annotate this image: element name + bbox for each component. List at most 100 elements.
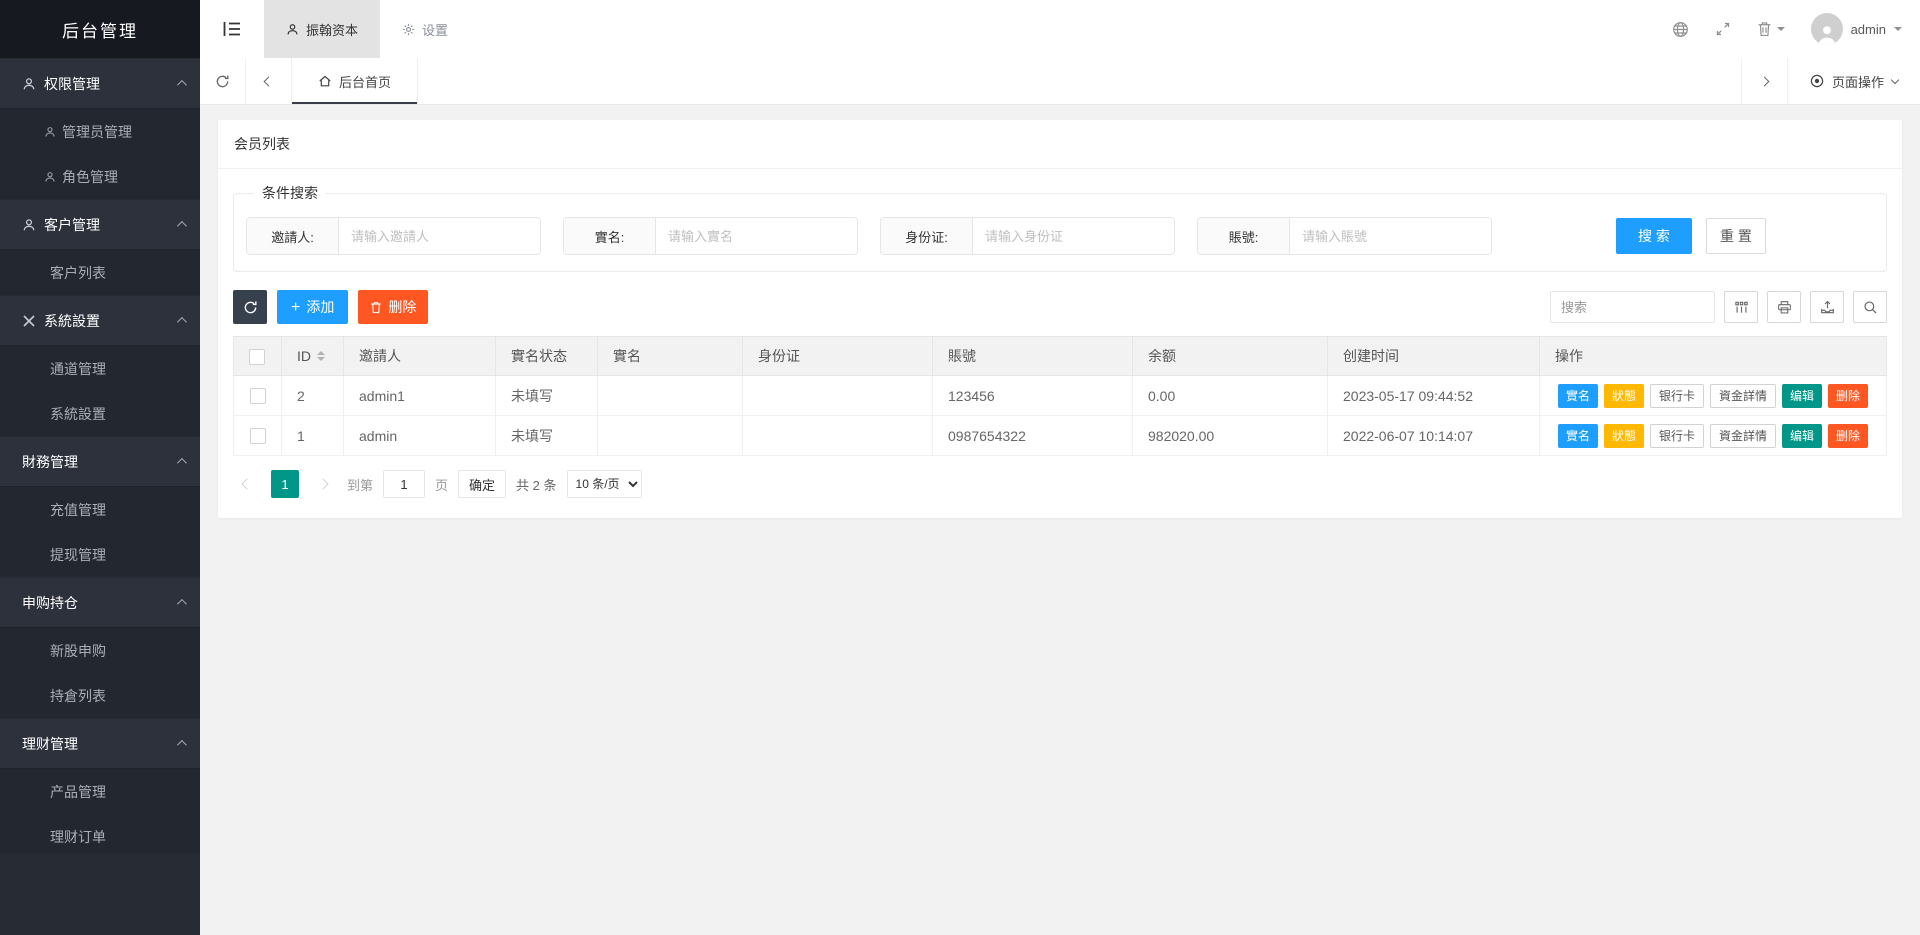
cell-realname: [598, 416, 743, 456]
sidebar-group-label: 客户管理: [44, 215, 177, 235]
filter-inviter: 邀請人:: [246, 217, 541, 255]
sidebar-items: 充值管理 提现管理: [0, 486, 200, 577]
sidebar-item-wealth-orders[interactable]: 理财订单: [0, 814, 200, 853]
export-icon[interactable]: [1810, 291, 1844, 323]
row-checkbox[interactable]: [250, 388, 266, 404]
sidebar-item-withdraw-management[interactable]: 提现管理: [0, 532, 200, 577]
sidebar-group-finance[interactable]: 財務管理: [0, 436, 200, 486]
cell-account: 123456: [933, 376, 1133, 416]
sidebar-group-customers[interactable]: 客户管理: [0, 199, 200, 249]
filter-idcard-label: 身份证:: [881, 218, 973, 254]
top-tab-company[interactable]: 振翰资本: [264, 0, 380, 58]
cell-account: 0987654322: [933, 416, 1133, 456]
delete-button[interactable]: 删除: [358, 290, 428, 324]
sidebar-group-subscription[interactable]: 申购持仓: [0, 577, 200, 627]
search-filter-panel: 条件搜索 邀請人: 實名: 身份证:: [233, 183, 1887, 272]
delete-action-button[interactable]: 删除: [1828, 424, 1868, 448]
page-number-current[interactable]: 1: [271, 470, 299, 498]
filter-realname-input[interactable]: [656, 218, 857, 254]
chevron-up-icon: [177, 599, 187, 609]
row-checkbox[interactable]: [250, 428, 266, 444]
add-button[interactable]: 添加: [277, 290, 348, 324]
next-page-icon[interactable]: [309, 470, 337, 498]
top-tab-label: 设置: [422, 20, 448, 39]
tab-label: 后台首页: [339, 72, 391, 91]
table-search-input[interactable]: [1550, 291, 1715, 323]
select-all-checkbox[interactable]: [249, 349, 265, 365]
sidebar-item-system-settings[interactable]: 系統設置: [0, 391, 200, 436]
scroll-tabs-left-icon[interactable]: [246, 58, 292, 104]
bankcard-action-button[interactable]: 银行卡: [1650, 384, 1704, 408]
sidebar-item-label: 充值管理: [50, 500, 106, 520]
funds-detail-action-button[interactable]: 資金詳情: [1710, 384, 1776, 408]
sidebar-group-label: 理财管理: [22, 734, 177, 754]
sidebar-group-wealth[interactable]: 理财管理: [0, 718, 200, 768]
goto-page-input[interactable]: [383, 470, 425, 498]
sidebar-item-label: 产品管理: [50, 782, 106, 802]
scroll-tabs-right-icon[interactable]: [1741, 58, 1787, 104]
language-globe-icon[interactable]: [1672, 21, 1689, 38]
refresh-tab-icon[interactable]: [200, 58, 246, 104]
sidebar-item-recharge-management[interactable]: 充值管理: [0, 487, 200, 532]
print-icon[interactable]: [1767, 291, 1801, 323]
cell-balance: 982020.00: [1133, 416, 1328, 456]
chevron-up-icon: [177, 740, 187, 750]
goto-confirm-button[interactable]: 确定: [458, 470, 506, 498]
search-button[interactable]: 搜 索: [1616, 218, 1692, 254]
goto-page-label: 到第: [347, 475, 373, 494]
page-size-select[interactable]: 10 条/页: [567, 470, 642, 498]
clear-cache-control[interactable]: [1757, 21, 1785, 37]
tools-icon: [22, 314, 36, 328]
bankcard-action-button[interactable]: 银行卡: [1650, 424, 1704, 448]
sidebar-item-role-management[interactable]: 角色管理: [0, 154, 200, 199]
sidebar-item-new-stock-subscription[interactable]: 新股申购: [0, 628, 200, 673]
total-count-label: 共 2 条: [516, 475, 556, 494]
realname-action-button[interactable]: 實名: [1558, 384, 1598, 408]
app-logo: 后台管理: [0, 0, 200, 58]
status-action-button[interactable]: 狀態: [1604, 384, 1644, 408]
user-menu[interactable]: admin: [1811, 13, 1902, 45]
user-icon: [44, 171, 56, 183]
sidebar-item-admin-management[interactable]: 管理员管理: [0, 109, 200, 154]
fullscreen-icon[interactable]: [1715, 21, 1731, 37]
edit-action-button[interactable]: 编辑: [1782, 424, 1822, 448]
sidebar-nav: 权限管理 管理员管理 角色管理 客户管理 客户列表 系統設置: [0, 58, 200, 853]
filter-inviter-input[interactable]: [339, 218, 540, 254]
sidebar-group-system-settings[interactable]: 系統設置: [0, 295, 200, 345]
sidebar-item-position-list[interactable]: 持倉列表: [0, 673, 200, 718]
prev-page-icon[interactable]: [233, 470, 261, 498]
chevron-down-icon: [1891, 75, 1899, 83]
filter-idcard-input[interactable]: [973, 218, 1174, 254]
sidebar-group-permissions[interactable]: 权限管理: [0, 58, 200, 108]
collapse-menu-icon[interactable]: [200, 0, 264, 58]
page-operations-dropdown[interactable]: 页面操作: [1787, 58, 1920, 104]
sidebar-item-product-management[interactable]: 产品管理: [0, 769, 200, 814]
chevron-up-icon: [177, 317, 187, 327]
cell-inviter: admin: [344, 416, 496, 456]
sidebar-item-channel-management[interactable]: 通道管理: [0, 346, 200, 391]
filter-account-input[interactable]: [1290, 218, 1491, 254]
chevron-up-icon: [177, 221, 187, 231]
sidebar-item-customer-list[interactable]: 客户列表: [0, 250, 200, 295]
tab-dashboard-home[interactable]: 后台首页: [292, 58, 418, 104]
cell-created-at: 2023-05-17 09:44:52: [1328, 376, 1540, 416]
top-tab-settings[interactable]: 设置: [380, 0, 470, 58]
column-id[interactable]: ID: [282, 337, 344, 376]
search-magnifier-icon[interactable]: [1853, 291, 1887, 323]
reset-button[interactable]: 重 置: [1706, 218, 1766, 254]
filter-account: 賬號:: [1197, 217, 1492, 255]
realname-action-button[interactable]: 實名: [1558, 424, 1598, 448]
sidebar-item-label: 管理员管理: [62, 122, 132, 142]
status-action-button[interactable]: 狀態: [1604, 424, 1644, 448]
delete-action-button[interactable]: 删除: [1828, 384, 1868, 408]
sidebar-item-label: 持倉列表: [50, 686, 106, 706]
columns-filter-icon[interactable]: [1724, 291, 1758, 323]
edit-action-button[interactable]: 编辑: [1782, 384, 1822, 408]
page-tab-bar: 后台首页 页面操作: [200, 58, 1920, 105]
column-label: ID: [297, 348, 311, 364]
refresh-table-button[interactable]: [233, 290, 267, 324]
cell-id: 2: [282, 376, 344, 416]
column-account: 賬號: [933, 337, 1133, 376]
sort-icon[interactable]: [317, 351, 325, 361]
funds-detail-action-button[interactable]: 資金詳情: [1710, 424, 1776, 448]
